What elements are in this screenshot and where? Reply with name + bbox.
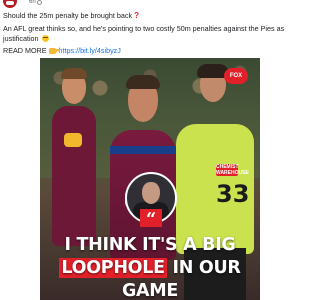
post-line-4: READ MORE https://bit.ly/4sibyzJ	[3, 46, 295, 56]
player-center-hair	[126, 75, 160, 89]
post-line-1: Should the 25m penalty be brought back?	[3, 11, 295, 21]
headline-line-2: LOOPHOLE IN OUR	[40, 257, 260, 280]
jersey-number: 33	[216, 180, 250, 208]
post-line-2: An AFL great thinks so, and he's pointin…	[3, 24, 295, 34]
exclamation-icon: ?	[134, 11, 139, 20]
page-avatar[interactable]	[3, 0, 17, 8]
jersey-stripe	[110, 146, 176, 154]
headline-line-1: I THINK IT'S A BIG	[64, 235, 236, 255]
portrait-head	[142, 182, 160, 204]
headline-line-3: GAME	[121, 281, 179, 300]
post-time[interactable]: 6h	[29, 0, 36, 5]
headline-highlight: LOOPHOLE	[59, 258, 167, 278]
post-question: Should the 25m penalty be brought back	[3, 11, 133, 20]
headline: I THINK IT'S A BIG LOOPHOLE IN OUR GAME	[40, 234, 260, 300]
player-left	[52, 106, 96, 246]
globe-icon	[37, 0, 42, 5]
post-description-end: justification	[3, 34, 39, 43]
sponsor-badge: CHEMIST WAREHOUSE	[216, 164, 249, 176]
pointing-hand-icon	[48, 48, 60, 54]
post-line-3: justification	[3, 34, 295, 44]
emoji-icon	[41, 35, 49, 42]
player-left-hair	[61, 68, 87, 79]
post-text: Should the 25m penalty be brought back? …	[3, 11, 295, 56]
post-image[interactable]: CHEMIST WAREHOUSE 33 FOX “ I THINK IT'S …	[40, 58, 260, 300]
read-more-label: READ MORE	[3, 46, 47, 55]
post-header: 6h	[3, 0, 297, 9]
lion-badge-icon	[64, 133, 82, 147]
article-link[interactable]: https://bit.ly/4sibyzJ	[59, 46, 121, 55]
quote-icon: “	[140, 209, 162, 230]
broadcaster-logo: FOX	[224, 68, 248, 84]
post-description: An AFL great thinks so, and he's pointin…	[3, 24, 285, 33]
headline-line-2-rest: IN OUR	[166, 258, 241, 278]
